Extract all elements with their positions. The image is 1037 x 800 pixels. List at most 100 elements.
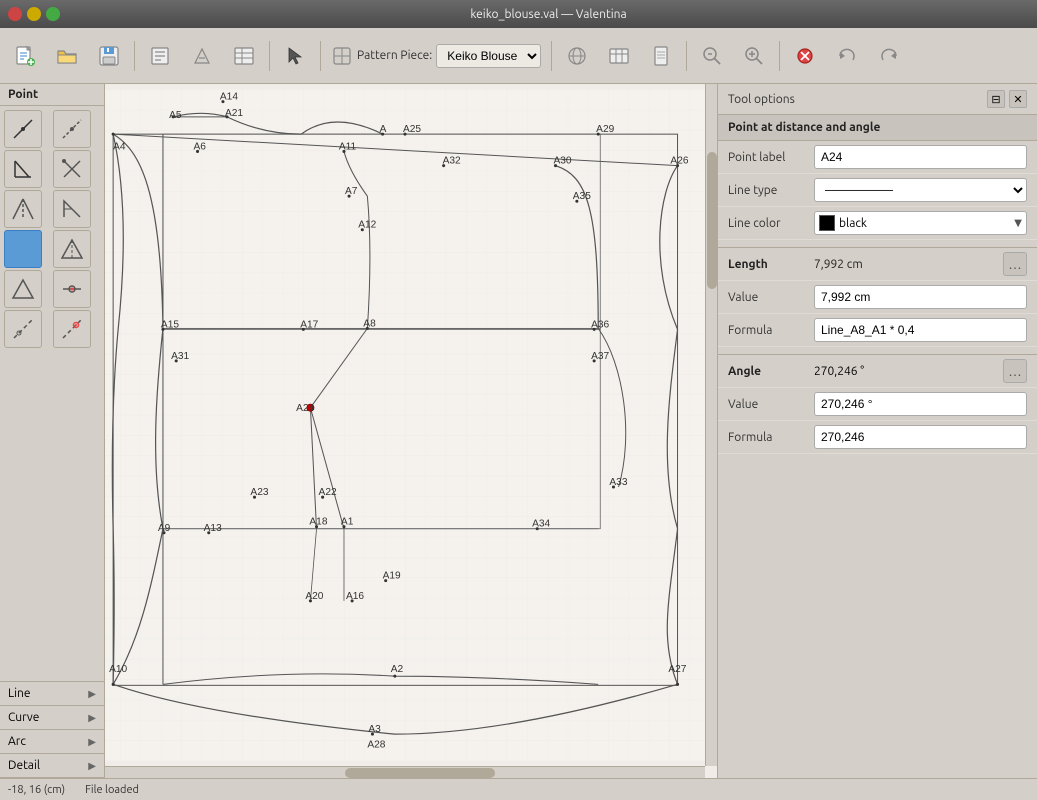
length-value: 7,992 cm — [814, 258, 997, 271]
length-value-input[interactable] — [814, 285, 1027, 309]
svg-text:A7: A7 — [345, 186, 358, 197]
line-type-label: Line type — [728, 184, 808, 197]
line-type-select[interactable]: ──────── - - - - - · · · · · — [814, 178, 1027, 202]
length-value-label: Value — [728, 291, 808, 304]
svg-text:A3: A3 — [368, 724, 381, 735]
tool-options-label: Tool options — [728, 93, 795, 106]
maximize-window-button[interactable] — [46, 7, 60, 21]
panel-restore-button[interactable]: ⊟ — [987, 90, 1005, 108]
bisector-tool[interactable] — [4, 190, 42, 228]
angle-formula-row: Formula — [718, 421, 1037, 454]
window-controls — [8, 7, 60, 21]
normal-tool[interactable] — [53, 150, 91, 188]
line-type-select-wrapper: ──────── - - - - - · · · · · — [814, 178, 1027, 202]
angle-value-input[interactable] — [814, 392, 1027, 416]
pattern-piece-dropdown[interactable]: Keiko Blouse — [436, 44, 541, 68]
length-dots-button[interactable]: … — [1003, 252, 1027, 276]
curve-intersect-tool[interactable] — [4, 230, 42, 268]
at-distance-angle-tool[interactable] — [4, 150, 42, 188]
open-button[interactable] — [48, 37, 86, 75]
angle-row: Angle 270,246 ° … — [718, 355, 1037, 388]
redo-button[interactable] — [870, 37, 908, 75]
table2-button[interactable] — [600, 37, 638, 75]
length-formula-input[interactable] — [814, 318, 1027, 342]
point-label-input[interactable] — [814, 145, 1027, 169]
minimize-window-button[interactable] — [27, 7, 41, 21]
main-toolbar: Pattern Piece: Keiko Blouse — [0, 28, 1037, 84]
along-line-tool[interactable] — [53, 110, 91, 148]
section-divider-2 — [718, 347, 1037, 355]
vertical-scrollbar[interactable] — [705, 84, 717, 766]
panel-close-button[interactable]: ✕ — [1009, 90, 1027, 108]
midpoint-tool[interactable] — [53, 270, 91, 308]
line-point-tool[interactable] — [4, 110, 42, 148]
line-tab[interactable]: Line ▶ — [0, 682, 104, 706]
bottom-tabs: Line ▶ Curve ▶ Arc ▶ Detail ▶ — [0, 681, 104, 778]
coords-display: -18, 16 (cm) — [8, 784, 65, 796]
point-label-row: Point label — [718, 141, 1037, 174]
variables-button[interactable] — [225, 37, 263, 75]
zoom-out-button[interactable] — [693, 37, 731, 75]
toolbar-sep-4 — [551, 41, 552, 71]
color-select-text: black — [839, 217, 1014, 230]
svg-text:A2: A2 — [391, 664, 404, 675]
arc-tab-arrow: ▶ — [88, 736, 96, 748]
horizontal-scrollbar[interactable] — [105, 766, 705, 778]
window-title: keiko_blouse.val — Valentina — [68, 8, 1029, 21]
svg-text:A8: A8 — [363, 318, 376, 329]
detail-tab[interactable]: Detail ▶ — [0, 754, 104, 778]
main-layout: Point — [0, 84, 1037, 778]
undo-button[interactable] — [828, 37, 866, 75]
pattern-piece-icon — [331, 45, 353, 67]
toolbar-sep-2 — [269, 41, 270, 71]
pattern-piece-selector: Pattern Piece: Keiko Blouse — [327, 42, 545, 70]
measurements-button[interactable] — [183, 37, 221, 75]
canvas-area[interactable]: A A5 A14 A21 A4 A6 A11 A25 A29 A26 A32 A… — [105, 84, 717, 778]
length-label: Length — [728, 258, 808, 271]
point-label-label: Point label — [728, 151, 808, 164]
page-button[interactable] — [642, 37, 680, 75]
close-doc-button[interactable] — [786, 37, 824, 75]
svg-text:A34: A34 — [532, 519, 550, 530]
measure-tool[interactable] — [4, 270, 42, 308]
svg-text:A27: A27 — [668, 664, 686, 675]
detail-tab-arrow: ▶ — [88, 760, 96, 772]
angle-value: 270,246 ° — [814, 365, 997, 378]
svg-text:A24: A24 — [296, 403, 314, 414]
left-panel: Point — [0, 84, 105, 778]
svg-text:A32: A32 — [443, 156, 461, 167]
svg-text:A31: A31 — [171, 351, 189, 362]
vertical-scrollbar-thumb[interactable] — [707, 152, 717, 288]
save-button[interactable] — [90, 37, 128, 75]
tool-options-header: Tool options ⊟ ✕ — [718, 84, 1037, 115]
titlebar: keiko_blouse.val — Valentina — [0, 0, 1037, 28]
line-tab-arrow: ▶ — [88, 688, 96, 700]
zoom-in-button[interactable] — [735, 37, 773, 75]
new-button[interactable] — [6, 37, 44, 75]
history-button[interactable] — [141, 37, 179, 75]
curve-tab[interactable]: Curve ▶ — [0, 706, 104, 730]
toolbar-sep-5 — [686, 41, 687, 71]
point-end-tool[interactable] — [53, 310, 91, 348]
svg-text:A18: A18 — [309, 517, 327, 528]
layout-button[interactable] — [558, 37, 596, 75]
svg-text:A6: A6 — [193, 141, 206, 152]
horizontal-scrollbar-thumb[interactable] — [345, 768, 495, 778]
options-section-title: Point at distance and angle — [718, 115, 1037, 141]
right-panel: Tool options ⊟ ✕ Point at distance and a… — [717, 84, 1037, 778]
line-type-row: Line type ──────── - - - - - · · · · · — [718, 174, 1037, 207]
cursor-button[interactable] — [276, 37, 314, 75]
length-row: Length 7,992 cm … — [718, 248, 1037, 281]
arc-tab[interactable]: Arc ▶ — [0, 730, 104, 754]
close-window-button[interactable] — [8, 7, 22, 21]
line-color-selector[interactable]: black ▼ — [814, 211, 1027, 235]
curve-tab-arrow: ▶ — [88, 712, 96, 724]
shoulder-tool[interactable] — [53, 190, 91, 228]
angle-formula-input[interactable] — [814, 425, 1027, 449]
toolbar-sep-3 — [320, 41, 321, 71]
pattern-canvas[interactable]: A A5 A14 A21 A4 A6 A11 A25 A29 A26 A32 A… — [105, 84, 705, 766]
triangle-tool[interactable] — [53, 230, 91, 268]
section-divider-1 — [718, 240, 1037, 248]
angle-dots-button[interactable]: … — [1003, 359, 1027, 383]
dashed-line-tool[interactable] — [4, 310, 42, 348]
